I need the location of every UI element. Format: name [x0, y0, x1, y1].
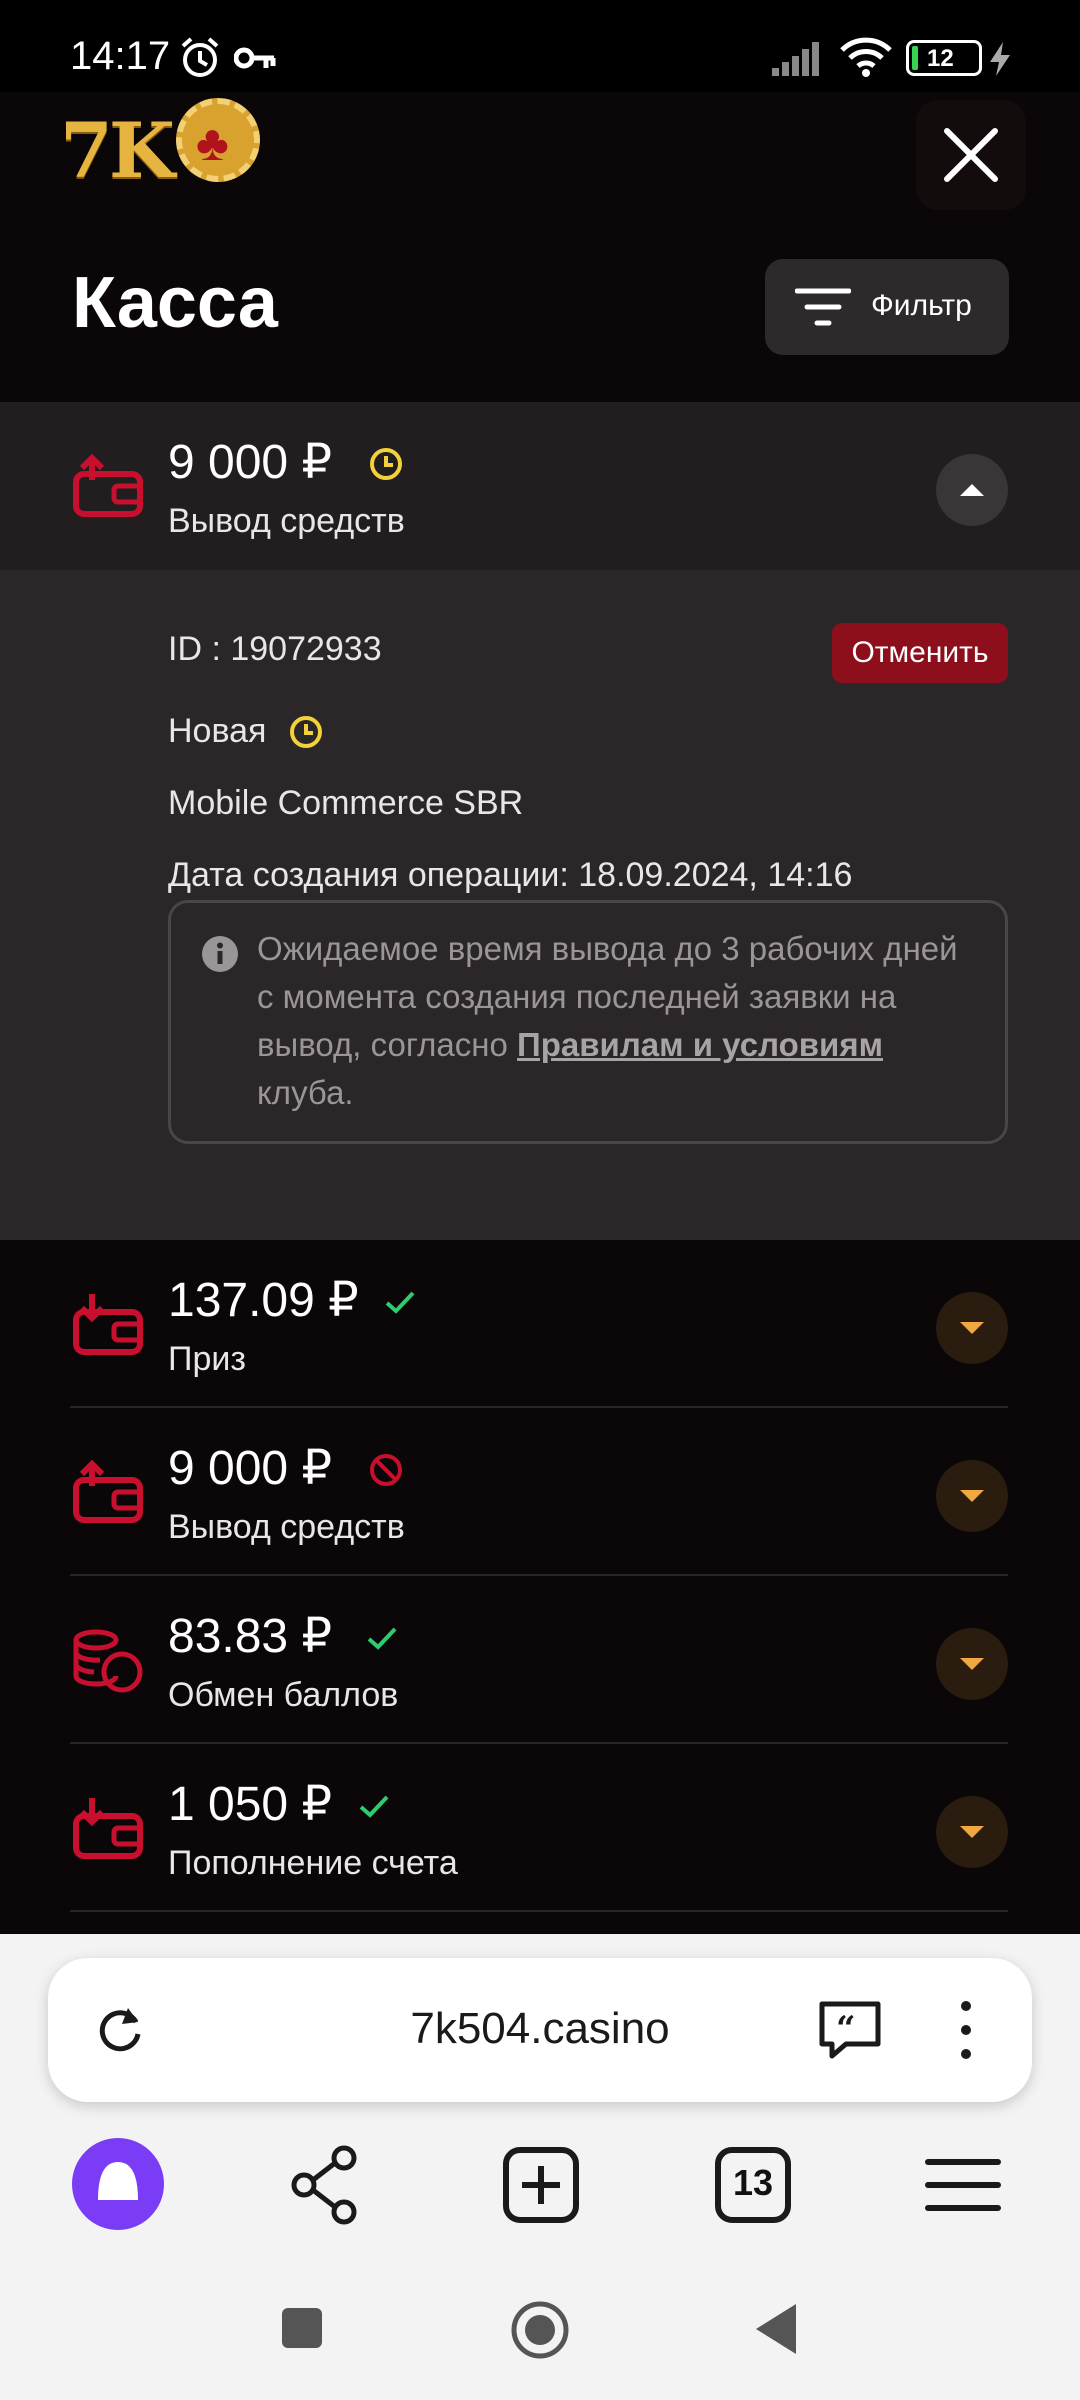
- chevron-down-icon: [960, 1322, 984, 1334]
- info-text: Ожидаемое время вывода до 3 рабочих дней…: [257, 925, 977, 1117]
- home-icon[interactable]: [510, 2300, 570, 2360]
- transaction-type: Вывод средств: [168, 1508, 405, 1546]
- alarm-icon: [181, 37, 219, 77]
- rules-link[interactable]: Правилам и условиям: [517, 1026, 883, 1063]
- transaction-amount: 9 000 ₽: [168, 1442, 332, 1495]
- transaction-row[interactable]: 83.83 ₽ Обмен баллов: [0, 1576, 1080, 1744]
- logo[interactable]: ♣ 7K: [60, 92, 260, 202]
- alice-assistant-icon[interactable]: [72, 2138, 164, 2230]
- tabs-button[interactable]: 13: [708, 2140, 798, 2230]
- info-box: Ожидаемое время вывода до 3 рабочих дней…: [168, 900, 1008, 1144]
- logo-text: 7K: [60, 106, 175, 195]
- signal-icon: [772, 42, 819, 76]
- system-navigation-bar: [0, 2274, 1080, 2400]
- expand-button[interactable]: [936, 1292, 1008, 1364]
- transaction-id: ID : 19072933: [168, 630, 382, 668]
- transaction-row[interactable]: 9 000 ₽ Вывод средств: [0, 1408, 1080, 1576]
- transaction-type: Обмен баллов: [168, 1676, 399, 1714]
- page-title: Касса: [72, 263, 278, 343]
- cancel-button[interactable]: Отменить: [832, 623, 1008, 683]
- charging-icon: [990, 42, 1010, 76]
- svg-text:“: “: [836, 2009, 856, 2049]
- check-icon: [359, 1795, 389, 1818]
- status-bar: 14:17 12: [0, 0, 1080, 92]
- wallet-in-icon: [73, 1294, 143, 1355]
- more-menu-icon[interactable]: [954, 1994, 978, 2066]
- clock-icon: [370, 448, 402, 480]
- browser-toolbar: 7k504.casino “ 13: [0, 1934, 1080, 2274]
- share-icon[interactable]: [282, 2140, 372, 2230]
- transaction-row[interactable]: 1 050 ₽ Пополнение счета: [0, 1744, 1080, 1912]
- quote-bubble-icon[interactable]: “: [816, 1998, 884, 2062]
- url-text[interactable]: 7k504.casino: [48, 2004, 1032, 2054]
- coins-icon: [73, 1629, 143, 1693]
- header: ♣ 7K Касса Фильтр: [0, 92, 1080, 402]
- vpn-key-icon: [234, 47, 276, 69]
- close-icon: [944, 128, 998, 182]
- chevron-up-icon: [960, 484, 984, 496]
- transaction-type: Вывод средств: [168, 502, 405, 540]
- wallet-out-icon: [73, 454, 143, 517]
- close-button[interactable]: [916, 100, 1026, 210]
- info-text-end: клуба.: [257, 1074, 354, 1111]
- check-icon: [385, 1291, 415, 1314]
- expand-button[interactable]: [936, 1628, 1008, 1700]
- cancelled-icon: [370, 1454, 402, 1486]
- info-icon: [202, 936, 238, 972]
- creation-date: Дата создания операции: 18.09.2024, 14:1…: [168, 856, 853, 894]
- wallet-in-icon: [73, 1798, 143, 1859]
- transaction-type: Пополнение счета: [168, 1844, 458, 1882]
- filter-label: Фильтр: [871, 289, 972, 322]
- address-bar[interactable]: 7k504.casino “: [48, 1958, 1032, 2102]
- expand-button[interactable]: [936, 1460, 1008, 1532]
- filter-button[interactable]: Фильтр: [765, 259, 1009, 355]
- transaction-status: Новая: [168, 712, 267, 750]
- chevron-down-icon: [960, 1658, 984, 1670]
- clock-icon: [290, 716, 322, 748]
- check-icon: [367, 1627, 397, 1650]
- wifi-icon: [840, 37, 892, 77]
- club-icon: ♣: [196, 115, 229, 171]
- status-time: 14:17: [70, 34, 171, 78]
- back-icon[interactable]: [752, 2302, 800, 2356]
- battery-level: 12: [927, 45, 954, 72]
- hamburger-menu-icon[interactable]: [918, 2140, 1008, 2230]
- collapse-button[interactable]: [936, 454, 1008, 526]
- payment-method: Mobile Commerce SBR: [168, 784, 524, 822]
- wallet-out-icon: [73, 1460, 143, 1523]
- expand-button[interactable]: [936, 1796, 1008, 1868]
- transaction-row-expanded[interactable]: 9 000 ₽ Вывод средств: [0, 402, 1080, 570]
- tabs-count: 13: [732, 2162, 774, 2203]
- transaction-amount: 1 050 ₽: [168, 1778, 332, 1831]
- new-tab-icon[interactable]: [496, 2140, 586, 2230]
- recents-icon[interactable]: [280, 2306, 324, 2350]
- transaction-amount: 83.83 ₽: [168, 1610, 332, 1663]
- filter-icon: [795, 288, 851, 326]
- chevron-down-icon: [960, 1826, 984, 1838]
- transaction-amount: 137.09 ₽: [168, 1274, 359, 1327]
- chevron-down-icon: [960, 1490, 984, 1502]
- transaction-row[interactable]: 137.09 ₽ Приз: [0, 1240, 1080, 1408]
- divider: [70, 1910, 1008, 1912]
- transaction-amount: 9 000 ₽: [168, 436, 332, 489]
- transaction-type: Приз: [168, 1340, 246, 1378]
- battery-icon: 12: [906, 40, 982, 76]
